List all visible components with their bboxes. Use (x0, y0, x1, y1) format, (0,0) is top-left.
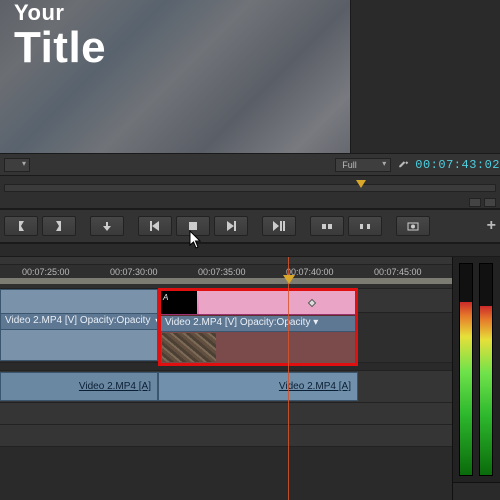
tracks-area: Video 2.MP4 [V] Opacity:Opacity ▾ Video … (0, 289, 452, 500)
program-scrubber[interactable] (0, 175, 500, 209)
track-a1[interactable]: Video 2.MP4 [A] Video 2.MP4 [A] (0, 371, 452, 403)
lift-button[interactable] (310, 216, 344, 236)
playhead-line[interactable] (288, 257, 289, 500)
meter-right (479, 263, 493, 476)
meter-footer (453, 482, 500, 500)
time-label: 00:07:25:00 (20, 267, 108, 277)
scrub-playhead-icon[interactable] (356, 180, 366, 188)
extract-button[interactable] (348, 216, 382, 236)
playhead-icon[interactable] (283, 275, 295, 284)
resolution-dropdown[interactable]: Full (335, 158, 391, 172)
time-label: 00:07:45:00 (372, 267, 452, 277)
clip-name: Video 2.MP4 [V] (165, 317, 237, 328)
track-v1[interactable]: Video 2.MP4 [V] Opacity:Opacity ▾ Video … (0, 313, 452, 363)
title-thumb-icon (161, 291, 197, 314)
program-right-panel (350, 0, 500, 155)
mark-out-button[interactable] (42, 216, 76, 236)
selected-clip-group[interactable]: Video 2.MP4 [V] Opacity:Opacity ▾ (158, 288, 358, 366)
time-ruler-labels: 00:07:25:00 00:07:30:00 00:07:35:00 00:0… (0, 267, 452, 277)
clip-effect: Opacity:Opacity (240, 317, 311, 328)
video-clip[interactable]: Video 2.MP4 [V] Opacity:Opacity ▾ Video … (0, 289, 158, 361)
chevron-down-icon[interactable]: ▾ (155, 316, 157, 325)
time-label: 00:07:40:00 (284, 267, 372, 277)
safe-margins-button[interactable] (469, 198, 481, 207)
button-editor-icon[interactable]: + (487, 217, 496, 235)
title-line-1: Your (14, 2, 106, 24)
output-button[interactable] (484, 198, 496, 207)
program-timecode: 00:07:43:02 (415, 158, 500, 172)
track-a2[interactable] (0, 403, 452, 425)
scrub-track[interactable] (4, 184, 496, 192)
program-monitor: Your Title Full 00:07:43:02 (0, 0, 500, 175)
track-a3[interactable] (0, 425, 452, 447)
video-thumb-icon (162, 333, 216, 362)
add-marker-button[interactable] (90, 216, 124, 236)
clip-name: Video 2.MP4 [A] (79, 381, 151, 392)
meter-left (459, 263, 473, 476)
program-monitor-bar: Full 00:07:43:02 (0, 153, 500, 175)
program-frame[interactable]: Your Title (0, 0, 350, 155)
step-forward-button[interactable] (214, 216, 248, 236)
resolution-label: Full (342, 160, 357, 170)
go-to-out-button[interactable] (262, 216, 296, 236)
clip-name: Video 2.MP4 [V] (5, 315, 77, 326)
clip-effect: Opacity:Opacity (80, 315, 151, 326)
play-stop-button[interactable] (176, 216, 210, 236)
track-a4[interactable] (0, 447, 452, 500)
time-label: 00:07:30:00 (108, 267, 196, 277)
zoom-level-dropdown[interactable] (4, 158, 30, 172)
work-area-bar[interactable] (0, 278, 452, 284)
title-overlay: Your Title (14, 2, 106, 70)
time-ruler[interactable]: 00:07:25:00 00:07:30:00 00:07:35:00 00:0… (0, 257, 452, 289)
clip-name: Video 2.MP4 [A] (279, 381, 351, 392)
mark-in-button[interactable] (4, 216, 38, 236)
chevron-down-icon[interactable]: ▾ (313, 317, 318, 328)
settings-wrench-icon[interactable] (397, 159, 409, 171)
keyframe-icon[interactable] (308, 298, 316, 306)
title-clip[interactable] (161, 291, 355, 315)
audio-meters (452, 257, 500, 500)
panel-divider[interactable] (0, 243, 500, 257)
time-label: 00:07:35:00 (196, 267, 284, 277)
export-frame-button[interactable] (396, 216, 430, 236)
transport-bar: + (0, 209, 500, 243)
video-clip[interactable]: Video 2.MP4 [V] Opacity:Opacity ▾ (161, 315, 355, 363)
title-line-2: Title (14, 26, 106, 70)
audio-clip[interactable]: Video 2.MP4 [A] (0, 372, 158, 401)
audio-clip[interactable]: Video 2.MP4 [A] (158, 372, 358, 401)
step-back-button[interactable] (138, 216, 172, 236)
timeline-panel[interactable]: 00:07:25:00 00:07:30:00 00:07:35:00 00:0… (0, 257, 452, 500)
